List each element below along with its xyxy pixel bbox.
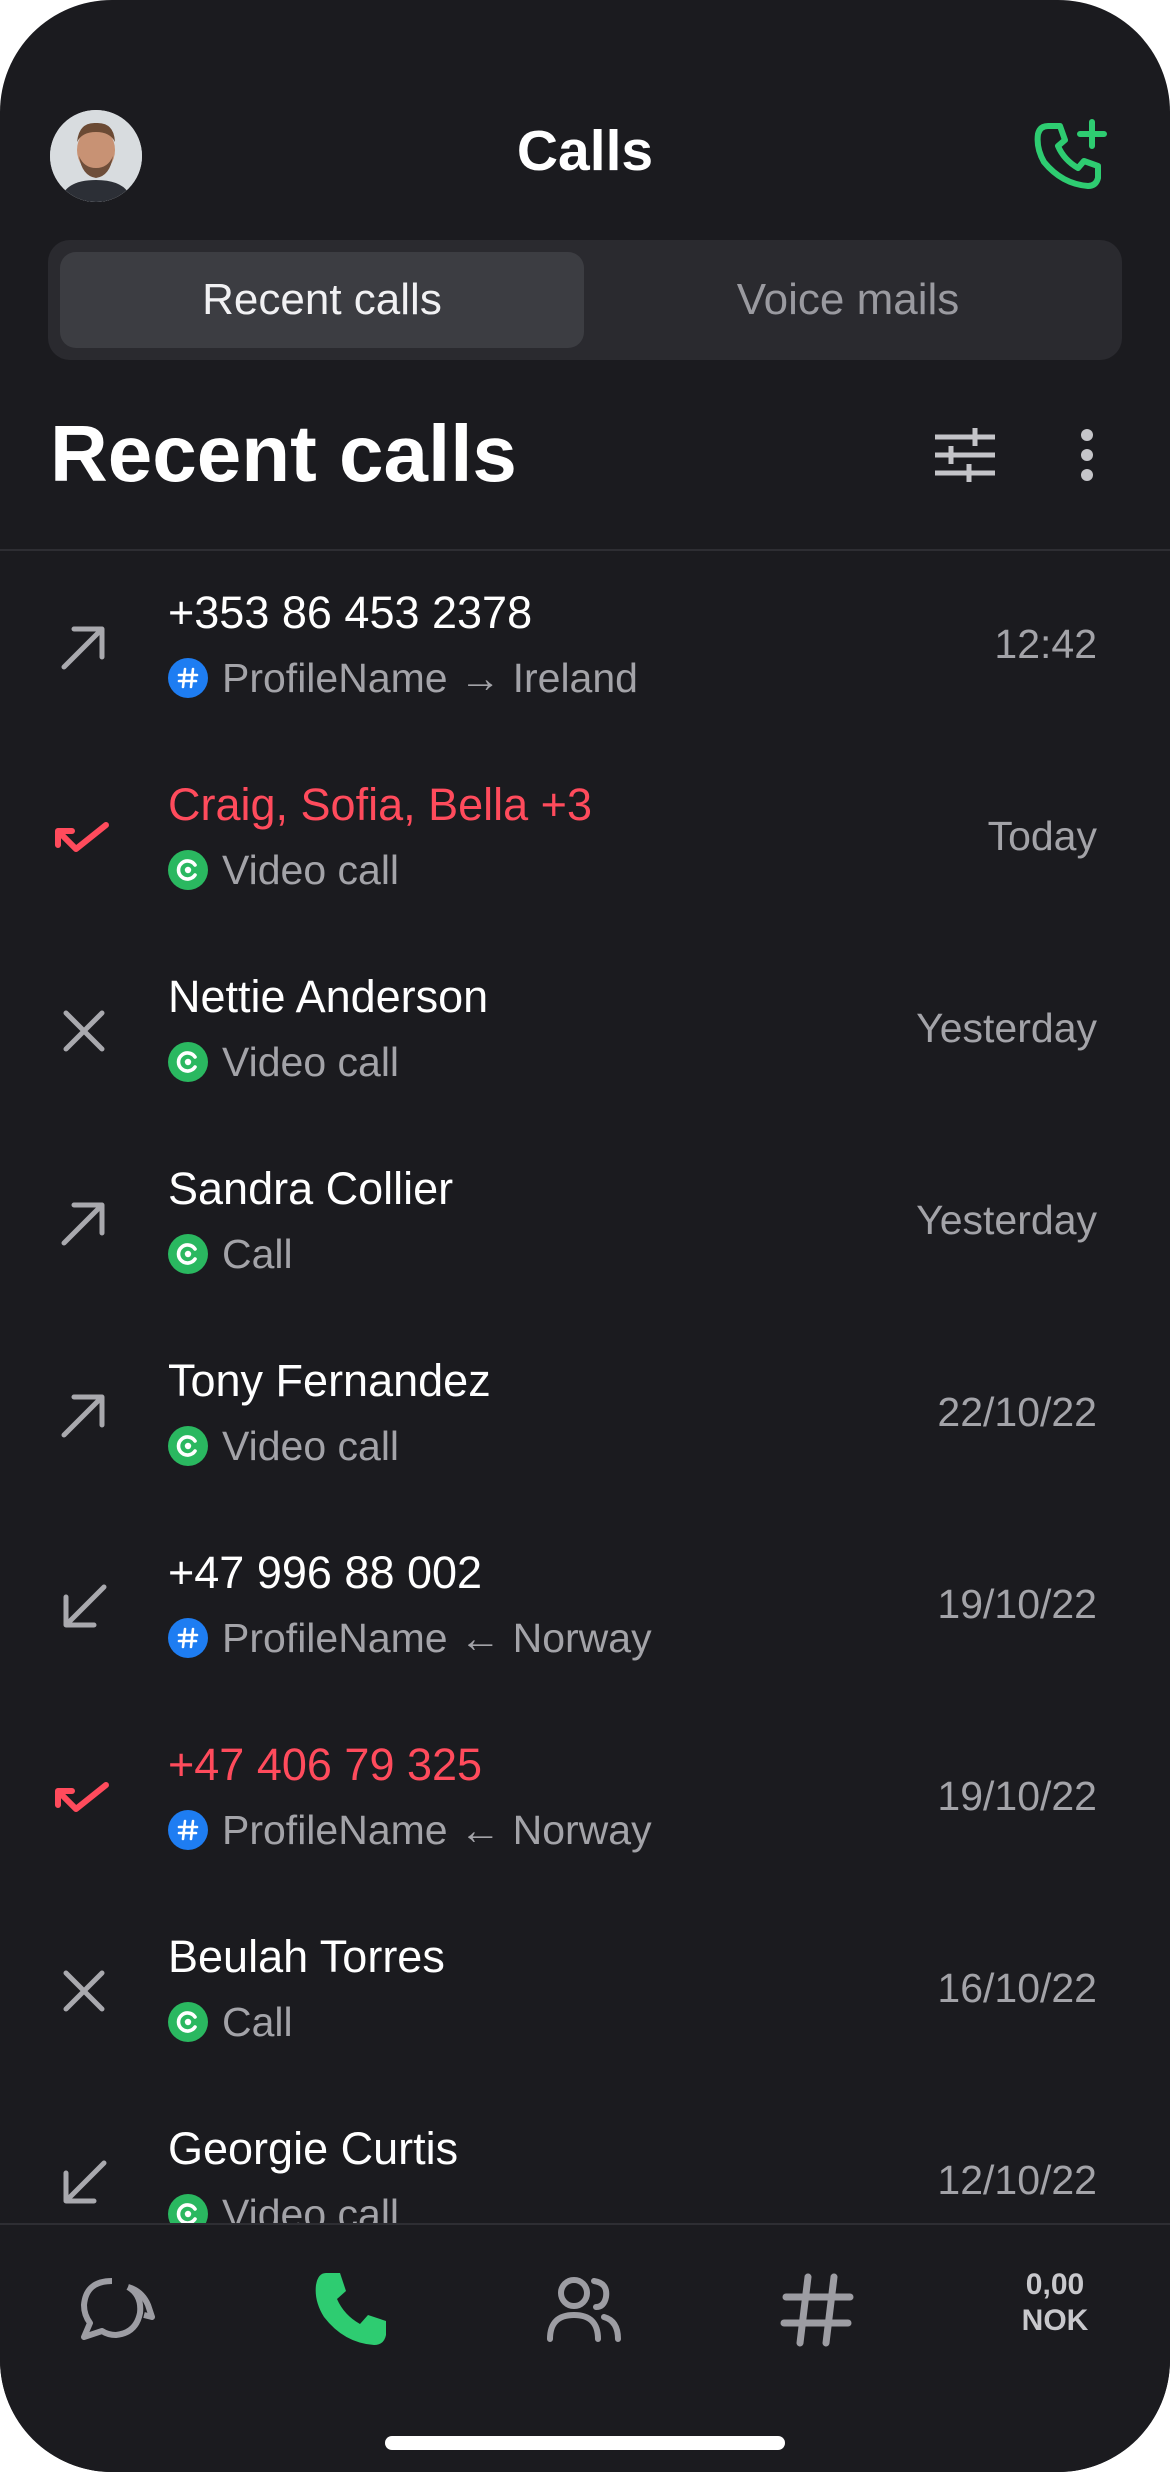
- call-type: Video call: [222, 2190, 400, 2224]
- call-row[interactable]: Georgie Curtis Video call 12/10/22: [0, 2087, 1170, 2223]
- bottom-nav: 0,00 NOK: [0, 2223, 1170, 2472]
- call-time: 16/10/22: [937, 1965, 1097, 2011]
- filter-button[interactable]: [934, 425, 996, 485]
- call-name: +47 996 88 002: [168, 1547, 483, 1598]
- country-name: Norway: [512, 1806, 652, 1853]
- hash-badge-icon: [168, 1618, 208, 1658]
- call-name: Beulah Torres: [168, 1931, 445, 1982]
- profile-name: ProfileName: [222, 1806, 448, 1853]
- phone-icon: [315, 2273, 386, 2345]
- missed-call-icon: [50, 805, 118, 873]
- outgoing-arrow-icon: [50, 1381, 118, 1449]
- call-type: Video call: [222, 1422, 400, 1469]
- call-type: Call: [222, 1230, 293, 1277]
- phone-plus-icon: [1034, 119, 1107, 189]
- calls-list[interactable]: +353 86 453 2378 ProfileName → Ireland 12:42…: [0, 551, 1170, 2223]
- call-row[interactable]: Sandra Collier Call Yesterday: [0, 1127, 1170, 1319]
- app-badge-icon: [168, 2002, 208, 2042]
- hash-badge-icon: [168, 658, 208, 698]
- app-badge-icon: [168, 850, 208, 890]
- country-name: Ireland: [512, 654, 638, 701]
- declined-x-icon: [50, 1957, 118, 2025]
- call-name: Nettie Anderson: [168, 971, 489, 1022]
- balance-amount: 0,00: [1025, 2268, 1085, 2301]
- nav-contacts[interactable]: [538, 2265, 628, 2355]
- country-name: Norway: [512, 1614, 652, 1661]
- nav-dialpad[interactable]: [772, 2265, 862, 2355]
- page-title: Calls: [516, 119, 654, 183]
- incoming-arrow-icon: [50, 1573, 118, 1641]
- route-arrow: ←: [459, 1614, 501, 1661]
- call-type: Video call: [222, 846, 400, 893]
- contacts-icon: [547, 2277, 621, 2342]
- home-indicator: [385, 2436, 785, 2450]
- call-subtitle: Call: [168, 1229, 293, 1279]
- call-time: Yesterday: [916, 1197, 1097, 1243]
- call-row[interactable]: Craig, Sofia, Bella +3 Video call Today: [0, 743, 1170, 935]
- call-time: 22/10/22: [937, 1389, 1097, 1435]
- call-subtitle: Video call: [168, 1037, 399, 1087]
- call-row[interactable]: Tony Fernandez Video call 22/10/22: [0, 1319, 1170, 1511]
- hash-icon: [780, 2273, 854, 2347]
- call-time: 19/10/22: [937, 1581, 1097, 1627]
- call-subtitle: Video call: [168, 845, 399, 895]
- missed-call-icon: [50, 1765, 118, 1833]
- call-type: Call: [222, 1998, 293, 2045]
- call-subtitle: Video call: [168, 2189, 399, 2223]
- call-type-tabs: Recent calls Voice mails: [48, 240, 1122, 360]
- call-row[interactable]: +47 996 88 002 ProfileName ← Norway 19/10/22: [0, 1511, 1170, 1703]
- sliders-icon: [934, 428, 996, 482]
- call-name: Tony Fernandez: [168, 1355, 491, 1406]
- declined-x-icon: [50, 997, 118, 1065]
- route-arrow: ←: [459, 1806, 501, 1853]
- call-subtitle: ProfileName → Ireland: [168, 653, 638, 703]
- more-options-button[interactable]: [1072, 425, 1102, 485]
- incoming-arrow-icon: [50, 2149, 118, 2217]
- call-subtitle: ProfileName ← Norway: [168, 1613, 652, 1663]
- call-type: Video call: [222, 1038, 400, 1085]
- call-subtitle: Call: [168, 1997, 293, 2047]
- call-time: 19/10/22: [937, 1773, 1097, 1819]
- call-time: Yesterday: [916, 1005, 1097, 1051]
- hash-badge-icon: [168, 1810, 208, 1850]
- call-name: Craig, Sofia, Bella +3: [168, 779, 592, 830]
- outgoing-arrow-icon: [50, 613, 118, 681]
- chat-icon: [81, 2278, 155, 2340]
- app-badge-icon: [168, 2194, 208, 2223]
- phone-screen: Calls Recent calls Voice mails Recent ca…: [0, 0, 1170, 2472]
- nav-calls[interactable]: [306, 2265, 396, 2355]
- profile-name: ProfileName: [222, 654, 448, 701]
- call-name: +47 406 79 325: [168, 1739, 483, 1790]
- balance-currency: NOK: [1021, 2304, 1089, 2337]
- call-row[interactable]: +47 406 79 325 ProfileName ← Norway 19/10/22: [0, 1703, 1170, 1895]
- tab-recent-calls[interactable]: Recent calls: [60, 252, 584, 348]
- section-title: Recent calls: [50, 409, 517, 498]
- app-badge-icon: [168, 1426, 208, 1466]
- outgoing-arrow-icon: [50, 1189, 118, 1257]
- app-badge-icon: [168, 1234, 208, 1274]
- route-arrow: →: [459, 654, 501, 701]
- tab-voice-mails[interactable]: Voice mails: [586, 252, 1110, 348]
- call-subtitle: Video call: [168, 1421, 399, 1471]
- call-subtitle: ProfileName ← Norway: [168, 1805, 652, 1855]
- balance-display[interactable]: 0,00 NOK: [1000, 2267, 1110, 2339]
- call-row[interactable]: Beulah Torres Call 16/10/22: [0, 1895, 1170, 2087]
- add-call-button[interactable]: [1030, 116, 1112, 198]
- app-badge-icon: [168, 1042, 208, 1082]
- nav-chats[interactable]: [72, 2265, 162, 2355]
- call-name: Sandra Collier: [168, 1163, 454, 1214]
- call-time: Today: [987, 813, 1097, 859]
- more-vertical-icon: [1081, 429, 1093, 481]
- call-time: 12/10/22: [937, 2157, 1097, 2203]
- call-row[interactable]: +353 86 453 2378 ProfileName → Ireland 12:42: [0, 551, 1170, 743]
- call-name: +353 86 453 2378: [168, 587, 533, 638]
- profile-name: ProfileName: [222, 1614, 448, 1661]
- call-row[interactable]: Nettie Anderson Video call Yesterday: [0, 935, 1170, 1127]
- call-time: 12:42: [994, 621, 1097, 667]
- call-name: Georgie Curtis: [168, 2123, 459, 2174]
